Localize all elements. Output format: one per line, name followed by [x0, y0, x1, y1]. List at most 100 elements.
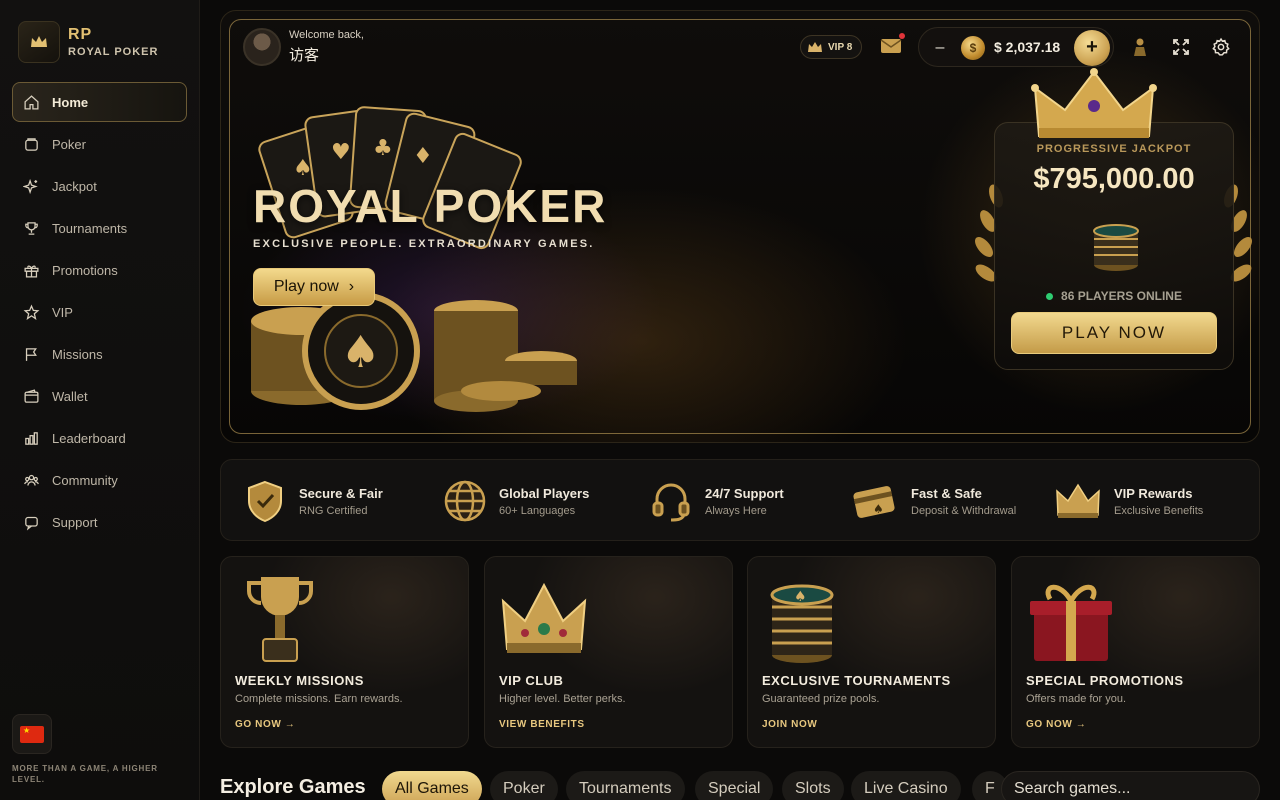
globe-icon: [444, 480, 486, 522]
shield-icon: [248, 480, 282, 523]
vip-badge[interactable]: VIP 8: [800, 35, 863, 59]
gear-icon[interactable]: [1211, 37, 1231, 57]
poker-chip-icon: [25, 137, 38, 151]
star-icon: [23, 304, 40, 320]
promo-title: SPECIAL PROMOTIONS: [1026, 673, 1184, 688]
promo-title: VIP CLUB: [499, 673, 564, 688]
chip-stack-icon: [1093, 224, 1139, 271]
svg-text:♥: ♥: [331, 140, 351, 165]
trophy-icon: [247, 577, 313, 662]
brand-name: ROYAL POKER: [68, 46, 159, 58]
balance-amount: $ 2,037.18: [994, 39, 1061, 55]
promo-card-promotions[interactable]: SPECIAL PROMOTIONS Offers made for you. …: [1011, 556, 1260, 748]
jackpot-play-button[interactable]: PLAY NOW: [1011, 312, 1217, 354]
feature-title: Fast & Safe: [911, 485, 982, 501]
promo-subtitle: Guaranteed prize pools.: [762, 693, 880, 705]
headset-icon: [652, 483, 690, 522]
sidebar-item-jackpot[interactable]: Jackpot: [12, 166, 187, 206]
feature-text: Secure & Fair RNG Certified: [299, 486, 383, 517]
sidebar-nav: Home Poker Jackpot Tournaments Promotion…: [12, 82, 187, 544]
promo-card-tournaments[interactable]: ♠ EXCLUSIVE TOURNAMENTS Guaranteed prize…: [747, 556, 996, 748]
brand[interactable]: RP ROYAL POKER: [18, 21, 158, 63]
feature-subtitle: 60+ Languages: [499, 504, 576, 517]
feature-vip: VIP Rewards Exclusive Benefits: [1054, 460, 1203, 542]
sidebar-item-label: Jackpot: [52, 178, 97, 194]
promo-link[interactable]: VIEW BENEFITS: [499, 719, 585, 730]
promo-title: EXCLUSIVE TOURNAMENTS: [762, 673, 951, 688]
avatar[interactable]: [243, 28, 281, 66]
sidebar-item-label: Support: [52, 514, 98, 530]
crown-icon: [1056, 483, 1100, 518]
add-funds-button[interactable]: +: [1074, 30, 1110, 66]
feature-text: Global Players 60+ Languages: [499, 486, 589, 517]
app-root: RP ROYAL POKER Home Poker Jackpot Tourna…: [0, 0, 1280, 800]
feature-title: VIP Rewards: [1114, 485, 1193, 501]
promo-subtitle: Complete missions. Earn rewards.: [235, 693, 403, 705]
sidebar-item-label: VIP: [52, 304, 73, 320]
hero-title: ROYAL POKER: [253, 180, 608, 232]
promo-link[interactable]: GO NOW →: [1026, 719, 1086, 730]
username: 访客: [289, 47, 320, 64]
feature-subtitle: Exclusive Benefits: [1114, 504, 1204, 517]
users-icon: [24, 474, 39, 486]
search-input[interactable]: [1001, 771, 1260, 800]
promo-link[interactable]: GO NOW →: [235, 719, 295, 730]
feature-subtitle: Deposit & Withdrawal: [911, 504, 1017, 517]
cards-and-chips-art: ♠ ♥ ♣ ♦ ♠: [251, 106, 577, 412]
player-figure-icon[interactable]: [1130, 37, 1150, 57]
sidebar-item-label: Missions: [52, 346, 103, 362]
play-now-button[interactable]: Play now ›: [253, 268, 375, 306]
filter-poker[interactable]: Poker: [490, 771, 558, 800]
sidebar-item-tournaments[interactable]: Tournaments: [12, 208, 187, 248]
language-button[interactable]: [12, 714, 52, 754]
sidebar-item-community[interactable]: Community: [12, 460, 187, 500]
mail-icon[interactable]: [880, 38, 902, 54]
brand-logo-icon: [18, 21, 60, 63]
gift-icon: [24, 265, 39, 278]
players-online-text: 86 PLAYERS ONLINE: [1061, 289, 1182, 303]
feature-title: Global Players: [499, 485, 590, 501]
feature-fast: ♠ Fast & Safe Deposit & Withdrawal: [851, 460, 1016, 542]
promo-card-missions[interactable]: WEEKLY MISSIONS Complete missions. Earn …: [220, 556, 469, 748]
flag-icon: [25, 347, 37, 361]
svg-text:♠: ♠: [873, 502, 884, 516]
sidebar-item-poker[interactable]: Poker: [12, 124, 187, 164]
filter-live-casino[interactable]: Live Casino: [851, 771, 961, 800]
vip-level: VIP 8: [828, 41, 853, 53]
svg-text:♠: ♠: [341, 327, 380, 378]
play-now-label: Play now: [273, 278, 339, 295]
wallet-icon: [24, 388, 39, 403]
balance-pill: – $ $ 2,037.18 +: [918, 27, 1114, 67]
sidebar-item-support[interactable]: Support: [12, 502, 187, 542]
sidebar-item-promotions[interactable]: Promotions: [12, 250, 187, 290]
sidebar-item-home[interactable]: Home: [12, 82, 187, 122]
fullscreen-icon[interactable]: [1171, 37, 1191, 57]
sidebar-item-missions[interactable]: Missions: [12, 334, 187, 374]
promo-link[interactable]: JOIN NOW: [762, 719, 817, 730]
sidebar-item-label: Promotions: [52, 262, 118, 278]
feature-subtitle: Always Here: [705, 504, 767, 517]
promo-card-vip[interactable]: VIP CLUB Higher level. Better perks. VIE…: [484, 556, 733, 748]
feature-global: Global Players 60+ Languages: [443, 460, 589, 542]
sidebar-item-vip[interactable]: VIP: [12, 292, 187, 332]
filter-slots[interactable]: Slots: [782, 771, 844, 800]
promo-subtitle: Higher level. Better perks.: [499, 693, 626, 705]
feature-subtitle: RNG Certified: [299, 504, 368, 517]
welcome-text: Welcome back,: [289, 29, 364, 41]
chat-icon: [25, 516, 38, 531]
sidebar-item-label: Home: [52, 94, 89, 110]
filter-special[interactable]: Special: [695, 771, 774, 800]
filter-tournaments[interactable]: Tournaments: [566, 771, 685, 800]
sidebar-item-leaderboard[interactable]: Leaderboard: [12, 418, 187, 458]
feature-text: 24/7 Support Always Here: [705, 486, 784, 517]
explore-games-title: Explore Games: [220, 776, 366, 798]
gift-box-icon: [1030, 584, 1112, 661]
notification-dot: [899, 33, 905, 39]
sidebar-item-label: Poker: [52, 136, 86, 152]
sidebar-item-wallet[interactable]: Wallet: [12, 376, 187, 416]
chevron-right-icon: ›: [348, 278, 355, 295]
svg-text:♠: ♠: [794, 589, 807, 605]
feature-secure: Secure & Fair RNG Certified: [243, 460, 383, 542]
filter-all-games[interactable]: All Games: [382, 771, 482, 800]
minus-button[interactable]: –: [929, 36, 951, 60]
